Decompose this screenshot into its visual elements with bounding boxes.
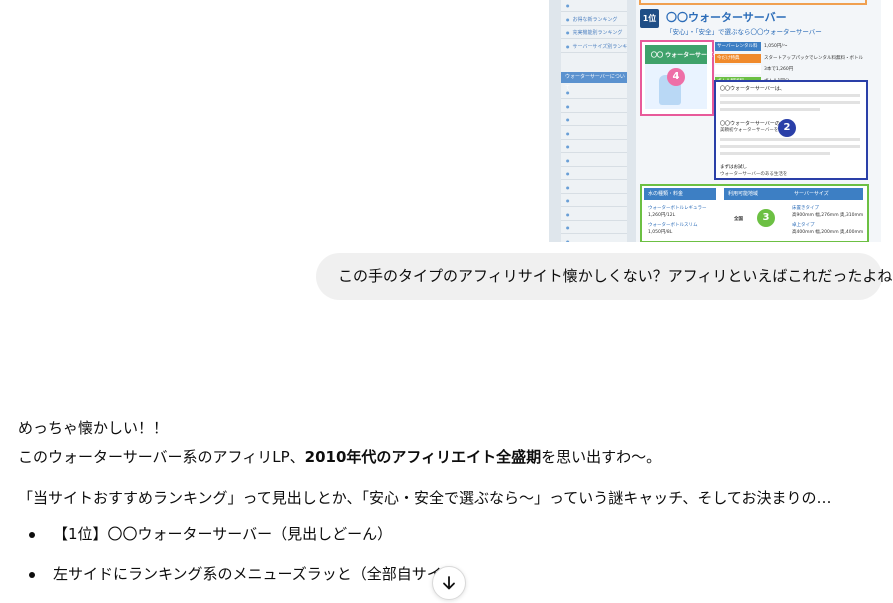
spec-row: サーバーレンタル料 1,050円/～ [715,42,865,52]
nav-item: 充実機能別ランキング [561,27,627,39]
user-message: この手のタイプのアフィリサイト懐かしくない？アフィリといえばこれだったよね。 [316,253,893,300]
reply-text: このウォーターサーバー系のアフィリLP、 [18,448,305,466]
product-label: 〇〇 ウォーターサーバー [651,52,719,59]
text-placeholder-bar [720,138,860,141]
table-cell: 1,050円/8L [648,230,673,235]
nav-item: お得な新ランキング [561,14,627,26]
table-header: 利用可能地域 [724,188,792,200]
rank-badge: 1位 [640,9,659,28]
nav-item [561,155,627,167]
desc-mid: 〇〇ウォーターサーバーの [720,121,780,127]
info-table: 水の種類・料金 利用可能地域 サーバーサイズ ウォーターボトルレギュラー 1,2… [640,184,869,242]
table-header: 水の種類・料金 [644,188,716,200]
table-cell: 卓上タイプ [792,223,815,228]
table-cell: 床置きタイプ [792,206,819,211]
reply-paragraph: めっちゃ懐かしい！！ [18,419,169,437]
spec-value: スタートアップパックでレンタル料無料・ボトル [764,55,863,61]
text-placeholder-bar [720,108,820,111]
desc-lead: 〇〇ウォーターサーバーは、 [720,86,785,92]
reply-text: を思い出すわ〜。 [541,448,662,466]
spec-label: 今だけ特典 [715,53,761,63]
nav-item [561,209,627,221]
text-placeholder-bar [720,152,830,155]
table-cell: ウォーターボトルレギュラー [648,206,707,211]
spec-table: サーバーレンタル料 1,050円/～ 今だけ特典 スタートアップパックでレンタル… [715,42,865,86]
nav-item [561,114,627,126]
scroll-to-bottom-button[interactable] [432,566,466,600]
reply-paragraph: 「当サイトおすすめランキング」って見出しとか、「安心・安全で選ぶなら〜」っていう… [18,489,832,507]
nav-item [561,236,627,243]
text-placeholder-bar [720,94,860,97]
desc-end: まずはお試し [720,165,747,170]
table-cell: 高900mm 幅,276mm 奥,310mm [792,213,864,218]
rank-title: 〇〇ウォーターサーバー [666,11,787,24]
spec-value: 1,050円/～ [764,44,788,49]
desc-mid2: 美頼初ウォーターサーバーを [720,128,779,133]
nav-item [561,168,627,180]
desc-end2: ウォーターサーバーのある生活を [720,172,788,177]
reply-bold-text: 2010年代のアフィリエイト全盛期 [304,448,542,466]
nav-item [561,222,627,234]
spec-row: 今だけ特典 スタートアップパックでレンタル料無料・ボトル [715,53,865,64]
marker-3: 3 [757,209,775,227]
text-placeholder-bar [720,145,860,148]
spec-label [715,65,761,74]
screenshot-side-nav: お得な新ランキング 充実機能別ランキング サーバーサイズ別ランキング ウォーター… [561,0,627,242]
reply-paragraph: このウォーターサーバー系のアフィリLP、2010年代のアフィリエイト全盛期を思い… [18,443,858,472]
rank-subtitle: 「安心」・「安全」で選ぶなら〇〇ウォーターサーバー [666,28,822,36]
nav-item [561,0,627,12]
arrow-down-icon [443,576,455,590]
nav-item [561,101,627,113]
table-cell: ウォーターボトルスリム [648,223,698,228]
table-cell: 1,260円/12L [648,213,676,218]
nav-item [561,128,627,140]
attached-screenshot[interactable]: お得な新ランキング 充実機能別ランキング サーバーサイズ別ランキング ウォーター… [549,0,881,242]
nav-item [561,87,627,99]
text-placeholder-bar [720,101,860,104]
table-cell: 高400mm 幅,200mm 奥,400mm [792,230,864,235]
nav-item [561,195,627,207]
marker-2: 2 [778,119,796,137]
table-cell: 全国 [734,217,743,222]
spec-label: サーバーレンタル料 [715,42,761,51]
table-header: サーバーサイズ [790,188,863,200]
nav-item [561,141,627,153]
spec-value: 3本で1,260円 [764,67,794,72]
marker-4: 4 [667,68,685,86]
list-item: 【1位】〇〇ウォーターサーバー（見出しどーん） [18,523,858,545]
nav-heading: ウォーターサーバーについて [561,72,627,91]
spec-row: 3本で1,260円 [715,65,865,75]
nav-item [561,182,627,194]
orange-frame [639,0,867,5]
nav-item: サーバーサイズ別ランキング [561,41,627,53]
